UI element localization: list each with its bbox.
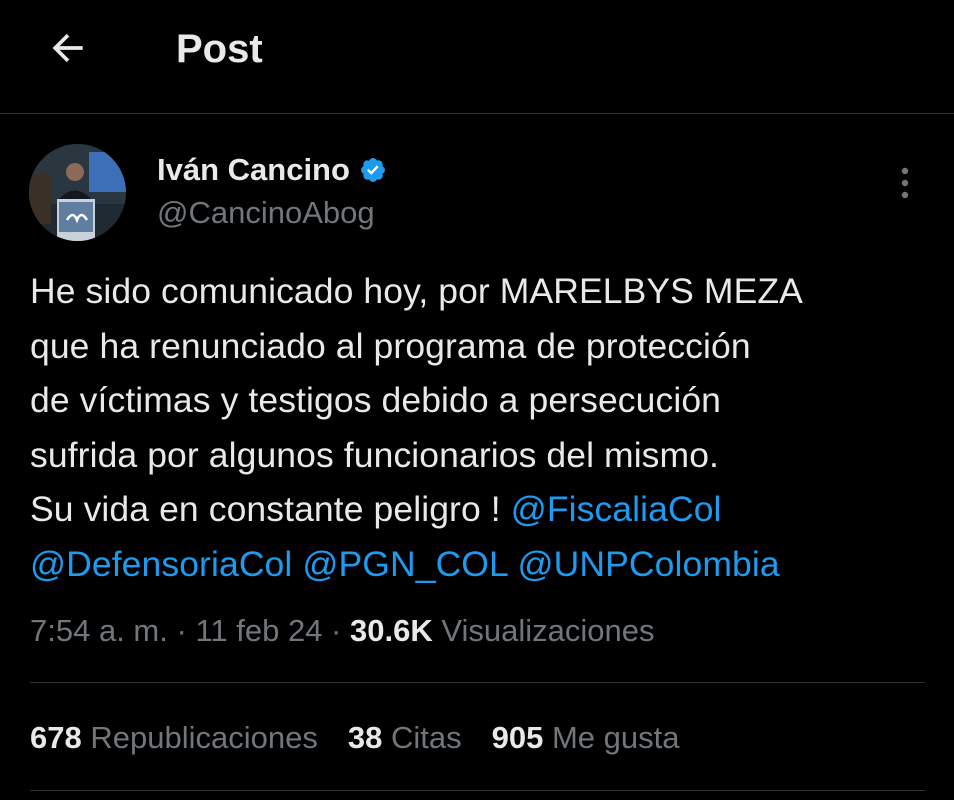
post-text-line: Su vida en constante peligro ! @Fiscalia… — [30, 482, 935, 537]
reposts-label: Republicaciones — [90, 720, 318, 755]
quotes-stat[interactable]: 38 Citas — [348, 719, 462, 757]
meta-separator: · — [176, 613, 187, 648]
reposts-stat[interactable]: 678 Republicaciones — [30, 719, 318, 757]
post-meta: 7:54 a. m. · 11 feb 24 · 30.6K Visualiza… — [30, 612, 654, 650]
quotes-count: 38 — [347, 720, 383, 755]
post-text-line: sufrida por algunos funcionarios del mis… — [30, 428, 935, 483]
post-stats: 678 Republicaciones 38 Citas 905 Me gust… — [30, 719, 709, 757]
verified-badge-icon — [360, 158, 385, 182]
views-count: 30.6K — [350, 613, 433, 648]
mention-link[interactable]: @DefensoriaCol — [30, 544, 292, 584]
avatar-image — [29, 144, 126, 241]
post-time[interactable]: 7:54 a. m. — [30, 613, 168, 648]
post-text-line: de víctimas y testigos debido a persecuc… — [30, 373, 935, 428]
reposts-count: 678 — [30, 720, 82, 755]
mention-link[interactable]: @UNPColombia — [518, 544, 780, 584]
post-text-line: que ha renunciado al programa de protecc… — [30, 319, 935, 374]
post-text-line: He sido comunicado hoy, por MARELBYS MEZ… — [30, 264, 935, 319]
views-label: Visualizaciones — [441, 613, 655, 648]
post-text-segment: de víctimas y testigos debido a persecuc… — [30, 380, 722, 420]
author-handle[interactable]: @CancinoAbog — [157, 194, 375, 232]
post-text-segment: He sido comunicado hoy, por MARELBYS MEZ… — [30, 271, 803, 311]
post-text-segment: sufrida por algunos funcionarios del mis… — [30, 434, 720, 475]
post-text-segment — [292, 544, 302, 584]
author-name[interactable]: Iván Cancino — [157, 151, 387, 189]
meta-separator: · — [331, 613, 342, 648]
meta-divider — [30, 682, 925, 683]
likes-label: Me gusta — [551, 720, 680, 755]
stats-divider — [30, 790, 925, 791]
page-title: Post — [176, 27, 263, 71]
back-button[interactable] — [38, 20, 98, 76]
more-options-button[interactable] — [884, 160, 926, 206]
post-text-line: @DefensoriaCol @PGN_COL @UNPColombia — [30, 537, 935, 592]
post-text: He sido comunicado hoy, por MARELBYS MEZ… — [30, 264, 935, 591]
post-text-segment: Su vida en constante peligro ! — [30, 489, 511, 529]
avatar[interactable] — [29, 144, 126, 241]
post-date[interactable]: 11 feb 24 — [195, 613, 322, 648]
post-text-segment: que ha renunciado al programa de protecc… — [30, 325, 751, 366]
post-text-segment — [508, 544, 518, 584]
mention-link[interactable]: @FiscaliaCol — [511, 489, 722, 529]
header-divider — [0, 113, 954, 114]
top-bar: Post — [0, 0, 954, 113]
quotes-label: Citas — [390, 720, 462, 755]
likes-count: 905 — [491, 720, 544, 755]
more-vertical-icon — [901, 167, 909, 199]
arrow-left-icon — [52, 33, 83, 63]
author-name-text: Iván Cancino — [157, 152, 350, 187]
likes-stat[interactable]: 905 Me gusta — [492, 719, 680, 757]
mention-link[interactable]: @PGN_COL — [302, 544, 507, 584]
